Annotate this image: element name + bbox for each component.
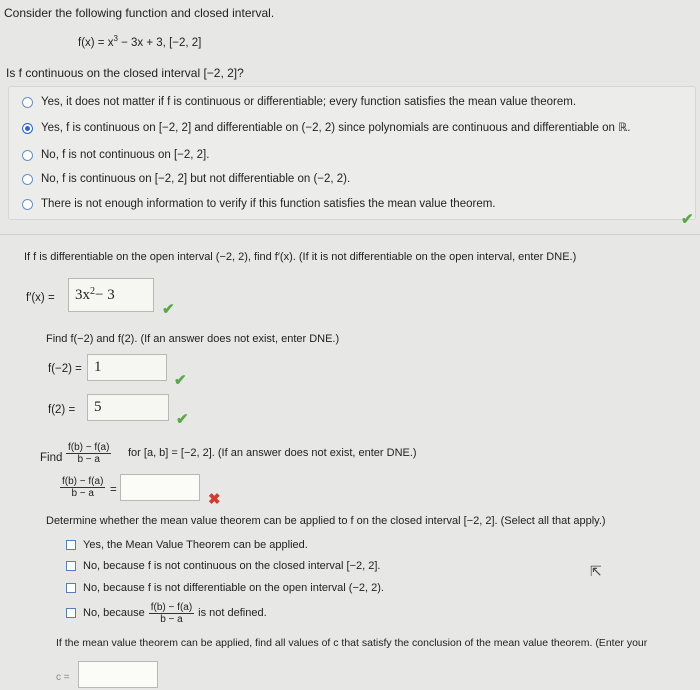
f-neg2-label: f(−2) =: [48, 363, 82, 375]
difference-question-rest: for [a, b] = [−2, 2]. (If an answer does…: [128, 447, 417, 459]
function-expression: f(x) = x3 − 3x + 3, [−2, 2]: [78, 34, 201, 49]
values-question: Find f(−2) and f(2). (If an answer does …: [46, 333, 340, 345]
c-answer-box[interactable]: [78, 661, 158, 688]
f-neg2-answer: 1: [94, 359, 102, 375]
quotient-denominator: b − a: [77, 454, 100, 465]
f-2-label: f(2) =: [48, 404, 76, 416]
radio-button-selected[interactable]: [22, 122, 33, 134]
option-5[interactable]: There is not enough information to verif…: [22, 194, 496, 214]
c-label: c =: [56, 672, 70, 683]
check-icon: ✔: [174, 372, 187, 389]
option-3[interactable]: No, f is not continuous on [−2, 2].: [22, 145, 209, 165]
check-icon: ✔: [162, 301, 175, 318]
option-2[interactable]: Yes, f is continuous on [−2, 2] and diff…: [22, 118, 630, 138]
checkbox[interactable]: [66, 540, 76, 550]
equals-sign: =: [110, 484, 117, 496]
mvt-choice-3[interactable]: No, because f is not differentiable on t…: [66, 578, 384, 598]
difference-answer-box[interactable]: [120, 474, 200, 501]
intro-text: Consider the following function and clos…: [4, 6, 275, 20]
checkbox[interactable]: [66, 583, 76, 593]
check-icon: ✔: [681, 211, 694, 228]
quotient-numerator: f(b) − f(a): [148, 601, 195, 614]
function-base: f(x) = x: [78, 36, 114, 49]
radio-button[interactable]: [22, 173, 33, 185]
difference-quotient: f(b) − f(a) b − a: [66, 442, 112, 465]
derivative-answer-base: 3x: [75, 286, 90, 303]
derivative-label: f′(x) =: [26, 292, 55, 304]
option-label: No, f is continuous on [−2, 2] but not d…: [41, 173, 351, 185]
mvt-question: Determine whether the mean value theorem…: [46, 515, 606, 527]
radio-button[interactable]: [22, 198, 33, 210]
f-neg2-answer-box[interactable]: 1: [87, 354, 167, 381]
option-label: No, f is not continuous on [−2, 2].: [41, 149, 210, 161]
choice-quotient: f(b) − f(a) b − a: [148, 601, 195, 625]
derivative-answer-box[interactable]: 3x 2 − 3: [68, 278, 154, 312]
checkbox[interactable]: [66, 561, 76, 571]
quotient-denominator: b − a: [160, 613, 183, 625]
choice-label: Yes, the Mean Value Theorem can be appli…: [83, 539, 308, 551]
section-divider: [0, 234, 700, 235]
option-label: Yes, it does not matter if f is continuo…: [41, 96, 577, 108]
mvt-choice-4[interactable]: No, because f(b) − f(a) b − a is not def…: [66, 601, 267, 625]
check-icon: ✔: [176, 411, 189, 428]
f-2-answer: 5: [94, 399, 102, 415]
difference-quotient-answer-label: f(b) − f(a) b − a: [60, 476, 106, 499]
choice-label-suffix: is not defined.: [198, 607, 267, 619]
derivative-question: If f is differentiable on the open inter…: [24, 251, 577, 263]
option-4[interactable]: No, f is continuous on [−2, 2] but not d…: [22, 169, 350, 189]
derivative-answer-rest: − 3: [95, 286, 115, 303]
option-label: Yes, f is continuous on [−2, 2] and diff…: [41, 122, 631, 134]
mvt-choice-2[interactable]: No, because f is not continuous on the c…: [66, 556, 381, 576]
mvt-choice-1[interactable]: Yes, the Mean Value Theorem can be appli…: [66, 535, 308, 555]
continuity-question: Is f continuous on the closed interval […: [6, 66, 244, 80]
cvalues-question: If the mean value theorem can be applied…: [56, 637, 648, 649]
derivative-answer-exponent: 2: [90, 285, 95, 297]
function-rest: − 3x + 3, [−2, 2]: [117, 36, 202, 49]
checkbox[interactable]: [66, 608, 76, 618]
quotient-numerator: f(b) − f(a): [66, 442, 112, 454]
radio-button[interactable]: [22, 96, 33, 108]
choice-label: No, because f is not differentiable on t…: [83, 582, 384, 594]
choice-label: No, because: [83, 607, 145, 619]
quotient-denominator: b − a: [71, 488, 94, 499]
find-label: Find: [40, 452, 63, 464]
quotient-numerator: f(b) − f(a): [60, 476, 106, 488]
option-label: There is not enough information to verif…: [41, 198, 496, 210]
choice-label: No, because f is not continuous on the c…: [83, 560, 381, 572]
mouse-cursor-icon: ⇱: [590, 563, 602, 579]
radio-button[interactable]: [22, 149, 33, 161]
f-2-answer-box[interactable]: 5: [87, 394, 169, 421]
option-1[interactable]: Yes, it does not matter if f is continuo…: [22, 92, 576, 112]
x-icon: ✖: [208, 491, 221, 508]
